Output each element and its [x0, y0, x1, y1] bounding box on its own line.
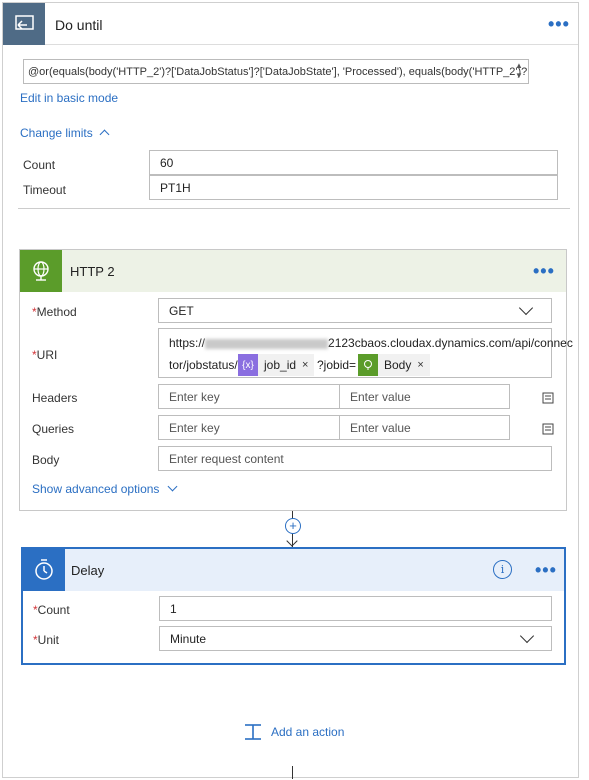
- do-until-header[interactable]: Do until •••: [3, 3, 578, 45]
- body-input[interactable]: Enter request content: [158, 446, 552, 471]
- timeout-label: Timeout: [23, 183, 66, 197]
- remove-body-token-button[interactable]: ×: [417, 359, 429, 371]
- delay-menu-button[interactable]: •••: [535, 561, 557, 579]
- method-value: GET: [169, 304, 194, 318]
- http-action-card: HTTP 2 ••• *Method GET *URI https://2123…: [19, 249, 573, 511]
- edit-basic-mode-link[interactable]: Edit in basic mode: [20, 91, 118, 105]
- add-action-icon: [243, 722, 263, 742]
- uri-label: *URI: [32, 348, 58, 362]
- insert-step-plus-icon[interactable]: +: [285, 518, 301, 534]
- delay-card-header[interactable]: Delay i •••: [23, 549, 564, 591]
- count-input[interactable]: 60: [149, 150, 558, 175]
- redacted-host: [205, 338, 329, 349]
- switch-to-text-mode-icon[interactable]: [541, 422, 555, 436]
- globe-icon: [20, 250, 62, 292]
- do-until-icon: [3, 3, 45, 45]
- change-limits-link[interactable]: Change limits: [20, 126, 110, 140]
- globe-icon: [358, 354, 378, 376]
- headers-value-input[interactable]: Enter value: [339, 384, 510, 409]
- http-menu-button[interactable]: •••: [533, 262, 555, 280]
- chevron-up-icon: [99, 129, 110, 140]
- variable-icon: {x}: [238, 354, 258, 376]
- uri-input[interactable]: https://2123cbaos.cloudax.dynamics.com/a…: [158, 328, 573, 378]
- workflow-canvas: Do until ••• @or(equals(body('HTTP_2')?[…: [2, 2, 579, 779]
- connector-line: [292, 766, 293, 779]
- delay-count-label: *Count: [33, 603, 70, 617]
- do-until-menu-button[interactable]: •••: [548, 15, 570, 33]
- add-action-button[interactable]: Add an action: [243, 721, 344, 743]
- divider: [18, 208, 570, 209]
- change-limits-label: Change limits: [20, 126, 93, 140]
- add-action-label: Add an action: [271, 725, 345, 739]
- delay-action-card: Delay i ••• *Count 1 *Unit Minute: [21, 547, 566, 665]
- do-until-title: Do until: [55, 17, 103, 33]
- expression-scrollbar[interactable]: ▲ ▼: [513, 61, 525, 83]
- delay-unit-dropdown[interactable]: Minute: [159, 626, 552, 651]
- body-token[interactable]: Body ×: [358, 354, 430, 376]
- chevron-down-icon: [167, 481, 178, 492]
- show-advanced-options-link[interactable]: Show advanced options: [32, 481, 178, 496]
- arrow-down-icon: [286, 535, 298, 547]
- uri-line-1: https://2123cbaos.cloudax.dynamics.com/a…: [169, 336, 573, 350]
- delay-unit-value: Minute: [170, 632, 207, 646]
- timeout-input[interactable]: PT1H: [149, 175, 558, 200]
- delay-count-input[interactable]: 1: [159, 596, 552, 621]
- body-label: Body: [32, 453, 60, 467]
- method-dropdown[interactable]: GET: [158, 298, 552, 323]
- remove-job-id-token-button[interactable]: ×: [302, 359, 314, 371]
- headers-key-input[interactable]: Enter key: [158, 384, 340, 409]
- delay-card-title: Delay: [71, 563, 105, 578]
- http-card-header[interactable]: HTTP 2 •••: [20, 250, 566, 292]
- job-id-token[interactable]: {x} job_id ×: [238, 354, 315, 376]
- uri-query-text: ?jobid=: [317, 358, 357, 372]
- delay-unit-label: *Unit: [33, 633, 60, 647]
- headers-label: Headers: [32, 391, 78, 405]
- queries-key-input[interactable]: Enter key: [158, 415, 340, 440]
- queries-value-input[interactable]: Enter value: [339, 415, 510, 440]
- timer-icon: [23, 549, 65, 591]
- condition-expression-input[interactable]: @or(equals(body('HTTP_2')?['DataJobStatu…: [23, 59, 529, 84]
- switch-to-text-mode-icon[interactable]: [541, 391, 555, 405]
- uri-line-2-prefix: tor/jobstatus/: [169, 358, 238, 372]
- queries-label: Queries: [32, 422, 75, 436]
- http-card-title: HTTP 2: [70, 264, 115, 279]
- info-icon[interactable]: i: [493, 560, 512, 579]
- count-label: Count: [23, 158, 56, 172]
- method-label: *Method: [32, 305, 77, 319]
- condition-expression-text: @or(equals(body('HTTP_2')?['DataJobStatu…: [28, 66, 528, 78]
